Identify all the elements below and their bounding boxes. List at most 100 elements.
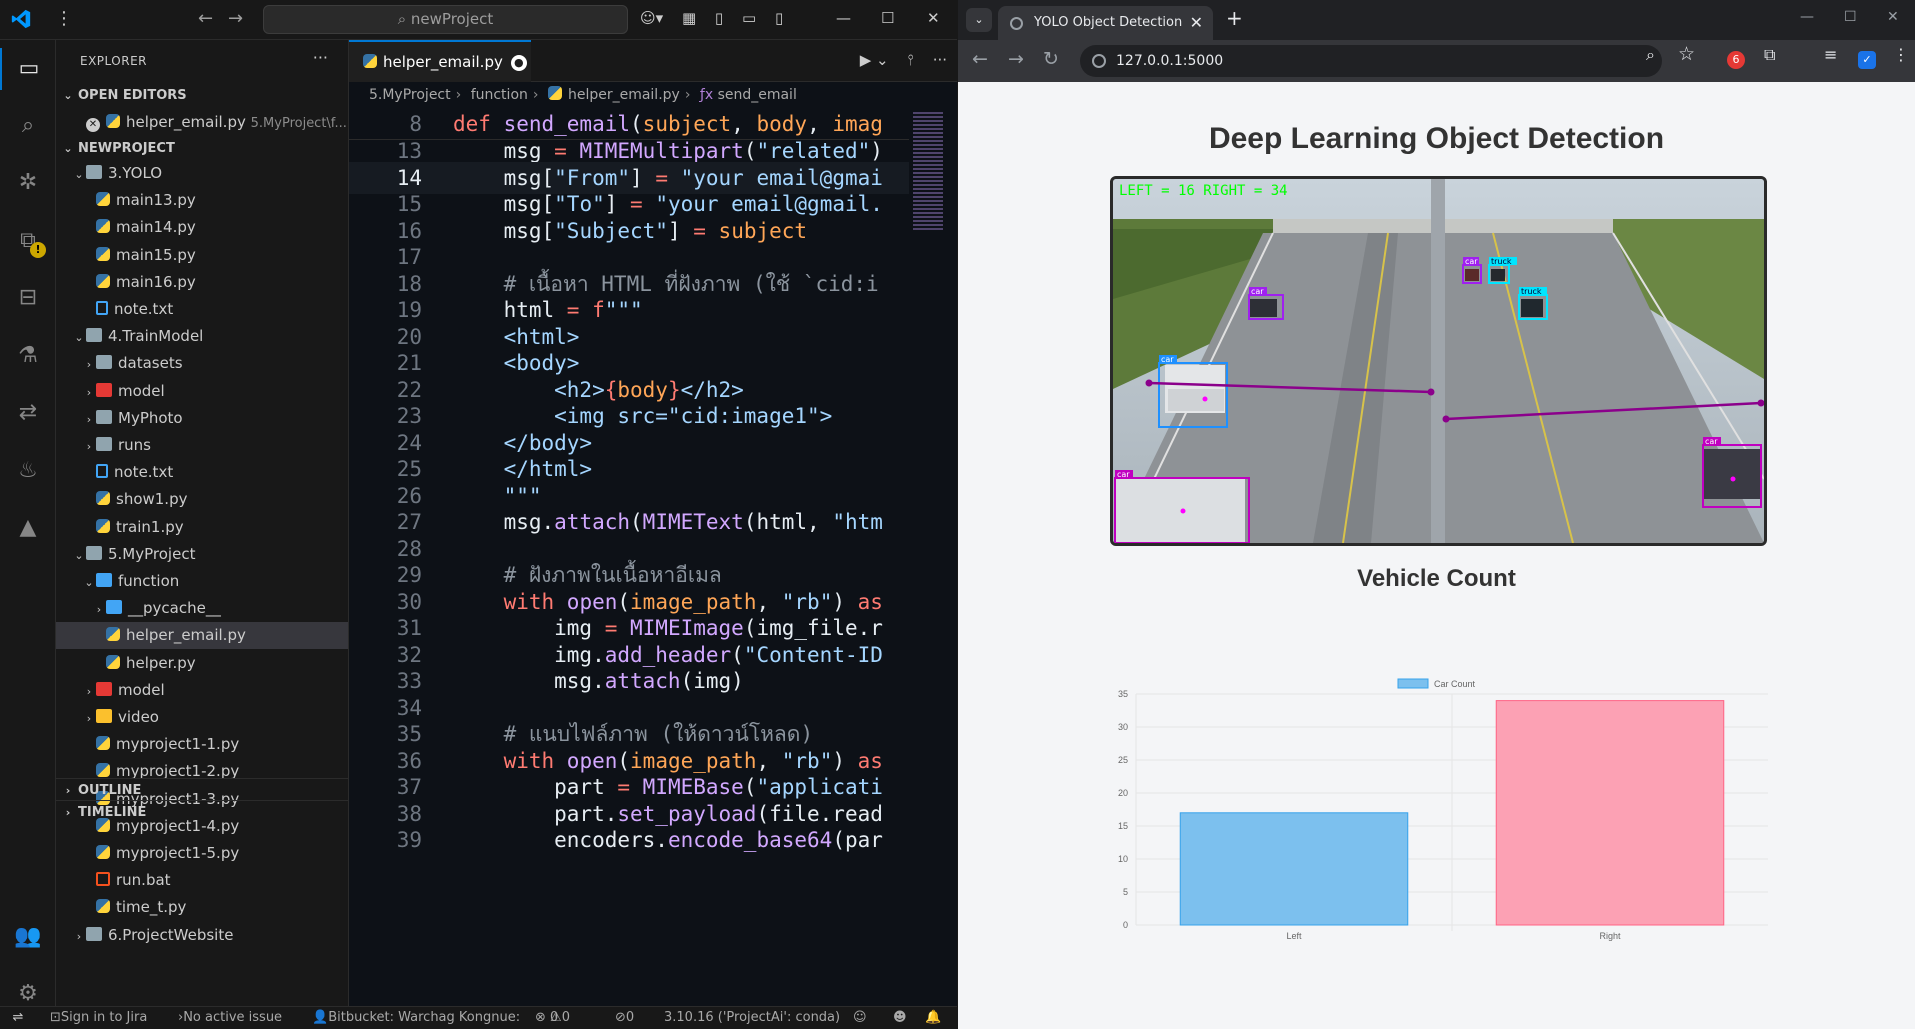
extension-red-icon[interactable]: 6 bbox=[1727, 51, 1745, 69]
ports-status[interactable]: ⊘ 0 bbox=[615, 1007, 634, 1029]
code-token: "Subject" bbox=[554, 218, 668, 243]
tree-item[interactable]: › __pycache__ bbox=[56, 595, 348, 622]
forward-icon[interactable]: → bbox=[228, 8, 243, 29]
debug-icon[interactable]: ✲ bbox=[0, 162, 56, 204]
tree-item[interactable]: note.txt bbox=[56, 296, 348, 323]
reload-icon[interactable]: ↻ bbox=[1043, 48, 1059, 70]
python-interpreter[interactable]: 3.10.16 ('ProjectAi': conda) bbox=[664, 1007, 840, 1029]
zoom-icon[interactable]: ⌕ bbox=[1646, 45, 1655, 65]
tree-item[interactable]: › datasets bbox=[56, 350, 348, 377]
tree-item[interactable]: helper.py bbox=[56, 650, 348, 677]
breadcrumb-separator-icon: › bbox=[684, 87, 691, 103]
back-icon[interactable]: ← bbox=[198, 8, 213, 29]
tree-item[interactable]: ⌄ 3.YOLO bbox=[56, 160, 348, 187]
toggle-sidebar-icon[interactable]: ▯ bbox=[715, 9, 723, 27]
explorer-icon[interactable]: ▭ bbox=[0, 48, 56, 90]
site-info-icon[interactable] bbox=[1092, 54, 1106, 68]
project-section[interactable]: ⌄ NEWPROJECT bbox=[56, 137, 349, 161]
layout-icon[interactable]: ▦ bbox=[682, 9, 696, 27]
tree-item[interactable]: run.bat bbox=[56, 867, 348, 894]
breadcrumb-item[interactable]: send_email bbox=[718, 87, 797, 103]
compare-icon[interactable]: ⫯ bbox=[907, 51, 914, 69]
tree-item[interactable]: › 6.ProjectWebsite bbox=[56, 922, 348, 949]
more-actions-icon[interactable]: ··· bbox=[313, 48, 328, 67]
breadcrumb-item[interactable]: function bbox=[471, 87, 528, 103]
bitbucket-icon[interactable]: ⇄ bbox=[0, 392, 56, 434]
tree-item[interactable]: ⌄ 5.MyProject bbox=[56, 541, 348, 568]
tree-item[interactable]: › runs bbox=[56, 432, 348, 459]
tree-item[interactable]: train1.py bbox=[56, 514, 348, 541]
bitbucket-status[interactable]: 👤 Bitbucket: Warchag Kongnue: bbox=[312, 1007, 520, 1029]
timeline-section[interactable]: › TIMELINE bbox=[56, 800, 349, 824]
minimize-icon[interactable]: — bbox=[1800, 9, 1814, 25]
feedback-icon[interactable]: ☻ bbox=[893, 1007, 907, 1029]
outline-section[interactable]: › OUTLINE bbox=[56, 778, 349, 802]
copilot-status-icon[interactable]: ☺ bbox=[853, 1007, 867, 1029]
close-window-icon[interactable]: ✕ bbox=[1887, 9, 1899, 25]
notifications-bell-icon[interactable]: 🔔 bbox=[925, 1007, 941, 1029]
close-window-icon[interactable]: ✕ bbox=[927, 9, 940, 27]
forward-icon[interactable]: → bbox=[1008, 48, 1024, 70]
code-editor[interactable]: 8 def send_email(subject, body, imag 13 ms… bbox=[349, 108, 909, 1006]
minimap[interactable] bbox=[909, 108, 957, 1006]
back-icon[interactable]: ← bbox=[972, 48, 988, 70]
anaconda-icon[interactable]: ♨ bbox=[0, 450, 56, 492]
remote-explorer-icon[interactable]: ⊟ bbox=[0, 277, 56, 319]
tree-item[interactable]: ⌄ function bbox=[56, 568, 348, 595]
tree-item[interactable]: main16.py bbox=[56, 269, 348, 296]
close-tab-icon[interactable]: ✕ bbox=[1190, 6, 1203, 40]
accounts-icon[interactable]: 👥 bbox=[0, 916, 56, 958]
address-bar[interactable]: 127.0.0.1:5000 bbox=[1080, 45, 1662, 77]
tree-item[interactable]: show1.py bbox=[56, 486, 348, 513]
minimize-icon[interactable]: — bbox=[836, 9, 851, 27]
run-icon[interactable]: ▶ ⌄ bbox=[860, 51, 889, 69]
tree-item[interactable]: main13.py bbox=[56, 187, 348, 214]
remote-icon[interactable]: ⇌ bbox=[0, 1007, 36, 1029]
problems-status[interactable]: ⊗ 0 ⚠ 0 bbox=[535, 1007, 570, 1029]
close-tab-icon[interactable]: ● bbox=[510, 55, 527, 71]
layout-controls: ☺▾ ▦ ▯ ▭ ▯ bbox=[640, 9, 797, 27]
tree-item[interactable]: ⌄ 4.TrainModel bbox=[56, 323, 348, 350]
maximize-icon[interactable]: ☐ bbox=[1844, 9, 1857, 25]
tree-item[interactable]: › MyPhoto bbox=[56, 405, 348, 432]
menu-icon[interactable]: ⋮ bbox=[55, 8, 74, 29]
profile-shield-icon[interactable]: ✓ bbox=[1858, 51, 1876, 69]
bookmark-star-icon[interactable]: ☆ bbox=[1678, 43, 1695, 65]
tab-search-icon[interactable]: ⌄ bbox=[966, 8, 992, 32]
open-editors-section[interactable]: ⌄ OPEN EDITORS bbox=[56, 84, 349, 108]
open-editor-item[interactable]: ✕ helper_email.py 5.MyProject\f... bbox=[56, 109, 348, 136]
folder-icon bbox=[86, 926, 102, 941]
atlassian-icon[interactable]: ▲ bbox=[0, 507, 56, 549]
tab-helper-email[interactable]: helper_email.py ● bbox=[349, 40, 531, 82]
tree-item[interactable]: main15.py bbox=[56, 242, 348, 269]
more-editor-actions-icon[interactable]: ··· bbox=[933, 51, 947, 69]
tree-item[interactable]: myproject1-1.py bbox=[56, 731, 348, 758]
tree-item[interactable]: myproject1-5.py bbox=[56, 840, 348, 867]
tree-item[interactable]: time_t.py bbox=[56, 894, 348, 921]
code-token: "applicati bbox=[756, 775, 883, 799]
close-editor-icon[interactable]: ✕ bbox=[86, 118, 100, 132]
breadcrumb-item[interactable]: helper_email.py bbox=[568, 87, 680, 103]
browser-tab[interactable]: YOLO Object Detection ✕ bbox=[998, 6, 1213, 40]
copilot-icon[interactable]: ☺▾ bbox=[640, 9, 663, 27]
testing-icon[interactable]: ⚗ bbox=[0, 335, 56, 377]
new-tab-icon[interactable]: + bbox=[1226, 6, 1243, 30]
breadcrumb-item[interactable]: 5.MyProject bbox=[369, 87, 451, 103]
command-center-search[interactable]: ⌕ newProject bbox=[263, 5, 628, 34]
tree-item[interactable]: › video bbox=[56, 704, 348, 731]
extensions-puzzle-icon[interactable]: ⧉ bbox=[1764, 45, 1775, 65]
toggle-secondary-sidebar-icon[interactable]: ▯ bbox=[775, 9, 783, 27]
maximize-icon[interactable]: ☐ bbox=[881, 9, 894, 27]
tree-item[interactable]: note.txt bbox=[56, 459, 348, 486]
tree-item[interactable]: helper_email.py bbox=[56, 622, 348, 649]
extensions-icon[interactable]: ⧉! bbox=[0, 220, 56, 262]
tree-item[interactable]: › model bbox=[56, 677, 348, 704]
browser-menu-icon[interactable]: ⋮ bbox=[1893, 45, 1909, 64]
issue-status[interactable]: › No active issue bbox=[178, 1007, 282, 1029]
jira-status[interactable]: ⊡ Sign in to Jira bbox=[50, 1007, 147, 1029]
search-view-icon[interactable]: ⌕ bbox=[0, 105, 56, 147]
media-controls-icon[interactable]: ≡ bbox=[1824, 45, 1837, 64]
tree-item[interactable]: main14.py bbox=[56, 214, 348, 241]
toggle-panel-icon[interactable]: ▭ bbox=[742, 9, 756, 27]
tree-item[interactable]: › model bbox=[56, 378, 348, 405]
